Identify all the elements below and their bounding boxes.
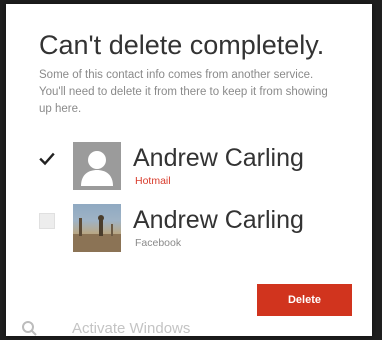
- windows-search-icon: [22, 321, 37, 336]
- checkmark-icon: [39, 152, 55, 166]
- watermark-text: Activate Windows: [72, 320, 191, 336]
- activate-windows-watermark: Activate Windows: [20, 317, 260, 336]
- contact-item-hotmail[interactable]: Andrew Carling Hotmail: [39, 142, 359, 192]
- contact-checkbox-facebook[interactable]: [39, 213, 55, 229]
- contact-source: Hotmail: [135, 175, 171, 187]
- dialog-description: Some of this contact info comes from ano…: [39, 69, 328, 115]
- delete-contact-dialog: Can't delete completely. Some of this co…: [6, 4, 372, 336]
- window-frame: Can't delete completely. Some of this co…: [0, 0, 382, 340]
- contact-checkbox-hotmail[interactable]: [39, 151, 55, 167]
- person-avatar-icon: [73, 142, 121, 190]
- contact-name: Andrew Carling: [133, 206, 304, 234]
- contact-item-facebook[interactable]: Andrew Carling Facebook: [39, 204, 359, 254]
- delete-button[interactable]: Delete: [257, 284, 352, 316]
- contact-name: Andrew Carling: [133, 144, 304, 172]
- contact-source: Facebook: [135, 237, 182, 249]
- contact-photo-avatar: [73, 204, 121, 252]
- dialog-title: Can't delete completely.: [39, 30, 325, 60]
